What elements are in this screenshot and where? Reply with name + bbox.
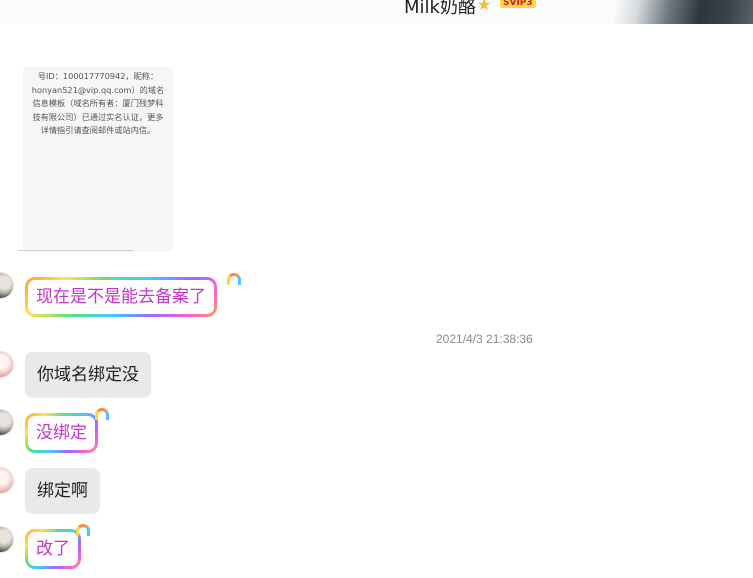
rainbow-icon <box>95 408 109 420</box>
rainbow-icon <box>76 524 90 536</box>
vip-badge: SVIP3 <box>500 0 536 8</box>
avatar[interactable] <box>0 351 14 378</box>
avatar[interactable] <box>0 467 14 494</box>
message-bubble[interactable]: 绑定啊 <box>25 468 100 514</box>
message-text: 改了 <box>28 532 78 566</box>
message-bubble[interactable]: 改了 <box>25 529 81 569</box>
header-background-art <box>613 0 753 24</box>
image-card-text: 号ID：100017770942，昵称：honyan521@vip.qq.com… <box>31 71 165 135</box>
message-text: 绑定啊 <box>37 481 88 501</box>
contact-name[interactable]: Milk奶酪 <box>404 0 476 19</box>
message-timestamp: 2021/4/3 21:38:36 <box>436 332 533 346</box>
image-message-card[interactable]: 号ID：100017770942，昵称：honyan521@vip.qq.com… <box>23 67 173 252</box>
avatar[interactable] <box>0 272 14 299</box>
message-text: 没绑定 <box>28 416 95 450</box>
avatar[interactable] <box>0 526 14 553</box>
message-text: 你域名绑定没 <box>37 365 139 385</box>
card-divider <box>18 250 133 251</box>
message-bubble[interactable]: 现在是不是能去备案了 <box>25 277 217 317</box>
star-icon: ★ <box>477 0 492 14</box>
message-bubble[interactable]: 没绑定 <box>25 413 98 453</box>
message-bubble[interactable]: 你域名绑定没 <box>25 352 151 398</box>
message-text: 现在是不是能去备案了 <box>28 280 214 314</box>
chat-header: Milk奶酪 ★ SVIP3 <box>0 0 753 24</box>
rainbow-icon <box>227 273 241 285</box>
avatar[interactable] <box>0 409 14 436</box>
